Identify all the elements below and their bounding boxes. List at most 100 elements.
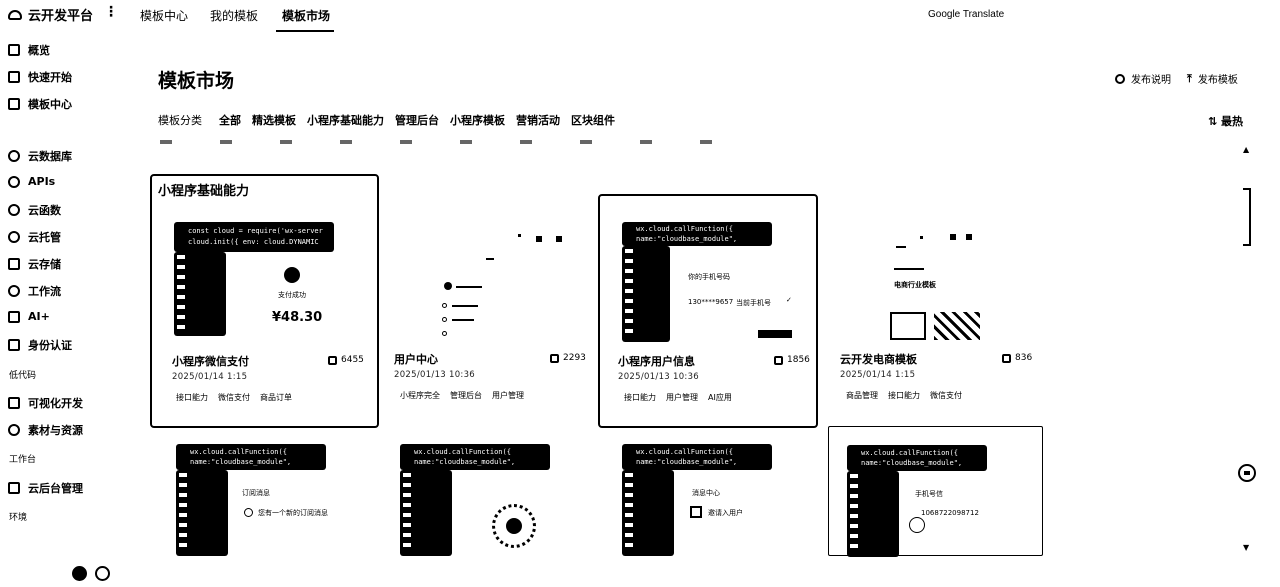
scrolled-previous-row (160, 140, 760, 144)
hosting-icon (8, 231, 20, 243)
sidebar-item-hosting[interactable]: 云托管 (8, 229, 61, 245)
code-gutter (622, 470, 674, 556)
more-icon[interactable]: ⋮ (104, 4, 118, 20)
sidebar-item-visual-dev[interactable]: 可视化开发 (8, 395, 83, 411)
confirm-button (758, 330, 792, 338)
sidebar-item-template-center[interactable]: 模板中心 (8, 96, 72, 112)
function-icon (8, 204, 20, 216)
tag: AI应用 (708, 393, 732, 402)
product-image (934, 312, 980, 340)
filter-mini-basic[interactable]: 小程序基础能力 (307, 112, 384, 128)
flag-icon (8, 71, 20, 83)
sidebar-item-database[interactable]: 云数据库 (8, 148, 72, 164)
sidebar-item-quickstart[interactable]: 快速开始 (8, 69, 72, 85)
app-logo[interactable]: 云开发平台 (8, 5, 93, 24)
template-card[interactable]: wx.cloud.callFunction({ name:"cloudbase_… (598, 194, 818, 428)
app-title: 云开发平台 (28, 9, 94, 24)
help-link[interactable]: 发布说明 (1115, 71, 1171, 86)
sidebar-item-overview[interactable]: 概览 (8, 42, 50, 58)
thumb-mark (950, 234, 956, 240)
sidebar-item-apis[interactable]: APIs (8, 175, 55, 188)
publish-button[interactable]: ⤒ 发布模板 (1187, 71, 1238, 87)
card-title: 用户中心 (394, 353, 438, 366)
filter-featured[interactable]: 精选模板 (252, 112, 296, 128)
thumb-mark (452, 305, 478, 307)
sidebar-item-workflow[interactable]: 工作流 (8, 283, 61, 299)
sort-icon: ⇅ (1208, 115, 1222, 128)
code-snippet: wx.cloud.callFunction({ name:"cloudbase_… (622, 222, 772, 246)
thumb-mark (456, 286, 482, 288)
code-gutter (622, 246, 670, 342)
tag: 用户管理 (492, 391, 524, 400)
template-card[interactable]: wx.cloud.callFunction({ name:"cloudbase_… (398, 444, 588, 556)
id-card-icon (8, 339, 20, 351)
sidebar-item-ai[interactable]: AI+ (8, 310, 50, 323)
sidebar-item-assets[interactable]: 素材与资源 (8, 422, 83, 438)
tag: 接口能力 (888, 391, 920, 400)
workflow-icon (8, 285, 20, 297)
avatar (444, 282, 452, 290)
code-snippet: wx.cloud.callFunction({ name:"cloudbase_… (176, 444, 326, 470)
google-translate-label[interactable]: Google Translate (928, 9, 1004, 20)
group-heading: 小程序基础能力 (158, 184, 250, 199)
sidebar-item-functions[interactable]: 云函数 (8, 202, 61, 218)
section-env: 环境 (9, 513, 28, 523)
cloud-icon (8, 9, 22, 20)
user-icon[interactable] (72, 566, 87, 581)
template-card[interactable]: wx.cloud.callFunction({ name:"cloudbase_… (828, 426, 1043, 557)
top-bar: 云开发平台 ⋮ 模板中心 我的模板 模板市场 Google Translate (0, 0, 1280, 32)
page-title: 模板市场 (158, 70, 235, 92)
card-thumbnail: 电商行业模板 (888, 216, 1018, 340)
card-title: 小程序微信支付 (172, 355, 249, 368)
assistant-icon[interactable] (1238, 464, 1256, 482)
card-title: 云开发电商模板 (840, 353, 917, 366)
template-card[interactable]: 小程序基础能力 const cloud = require('wx-server… (150, 174, 379, 428)
sort-button[interactable]: ⇅ 最热 (1208, 113, 1243, 129)
card-tags: 商品管理 接口能力 微信支付 (846, 390, 962, 401)
tab-template-center[interactable]: 模板中心 (140, 7, 188, 24)
thumb-mark (442, 317, 447, 322)
category-filter: 模板分类 全部 精选模板 小程序基础能力 管理后台 小程序模板 营销活动 区块组… (158, 112, 615, 128)
card-thumbnail (426, 216, 576, 336)
payment-success-icon (284, 267, 300, 283)
folder-icon (8, 258, 20, 270)
scroll-down-icon[interactable]: ▼ (1243, 543, 1249, 552)
phone-icon (909, 517, 925, 533)
sidebar-item-storage[interactable]: 云存储 (8, 256, 61, 272)
thumb-mark (518, 234, 521, 237)
tag: 用户管理 (666, 393, 698, 402)
filter-blocks[interactable]: 区块组件 (571, 112, 615, 128)
tag: 接口能力 (176, 393, 208, 402)
section-workbench: 工作台 (9, 455, 37, 465)
filter-all[interactable]: 全部 (219, 112, 241, 128)
card-tags: 接口能力 微信支付 商品订单 (176, 392, 292, 403)
settings-icon[interactable] (95, 566, 110, 581)
home-icon (8, 44, 20, 56)
sidebar: 概览 快速开始 模板中心 云数据库 APIs 云函数 云托管 云存储 工作流 A… (0, 34, 140, 587)
tab-my-templates[interactable]: 我的模板 (210, 7, 258, 24)
sidebar-item-auth[interactable]: 身份认证 (8, 337, 72, 353)
template-card[interactable]: wx.cloud.callFunction({ name:"cloudbase_… (172, 444, 362, 556)
filter-marketing[interactable]: 营销活动 (516, 112, 560, 128)
template-card[interactable]: wx.cloud.callFunction({ name:"cloudbase_… (622, 444, 812, 556)
filter-label: 模板分类 (158, 114, 202, 127)
filter-admin[interactable]: 管理后台 (395, 112, 439, 128)
api-icon (8, 175, 20, 188)
price: ¥48.30 (272, 310, 323, 325)
scroll-up-icon[interactable]: ▲ (1243, 145, 1249, 154)
thumb-mark (442, 331, 447, 336)
tag: 商品订单 (260, 393, 292, 402)
code-gutter (174, 252, 226, 336)
card-title: 小程序用户信息 (618, 355, 695, 368)
thumb-mark (966, 234, 972, 240)
use-count: 1856 (774, 355, 810, 365)
sidebar-item-admin[interactable]: 云后台管理 (8, 480, 83, 496)
template-card[interactable]: 电商行业模板 云开发电商模板 836 2025/01/14 1:15 商品管理 … (822, 194, 1042, 428)
scrollbar[interactable] (1243, 188, 1251, 246)
monitor-icon (8, 482, 20, 494)
tab-template-market[interactable]: 模板市场 (282, 7, 330, 24)
template-card[interactable]: 用户中心 2293 2025/01/13 10:36 小程序完全 管理后台 用户… (378, 194, 600, 428)
filter-mini-template[interactable]: 小程序模板 (450, 112, 505, 128)
thumb-mark (442, 303, 447, 308)
lottery-center (506, 518, 522, 534)
